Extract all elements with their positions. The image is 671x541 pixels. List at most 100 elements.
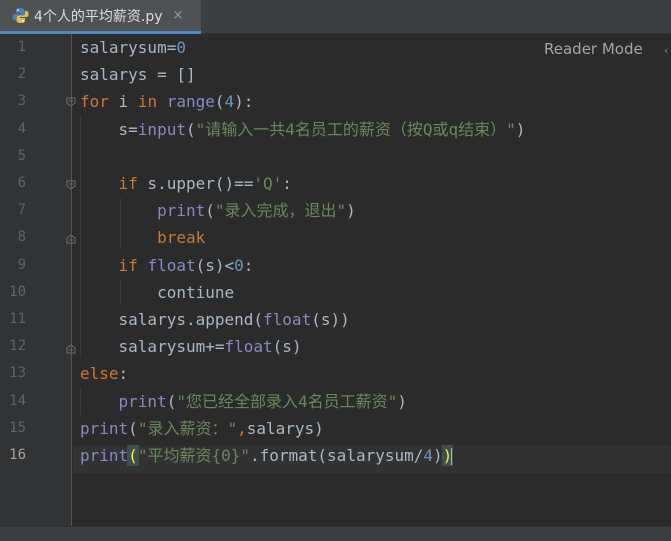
- code-token: "平均薪资{0}": [137, 446, 250, 465]
- code-token: salarys.append(: [80, 310, 264, 329]
- code-line[interactable]: contiune: [80, 279, 234, 306]
- code-token: "您已经全部录入4名员工薪资": [176, 391, 398, 411]
- code-token: :: [118, 364, 129, 384]
- code-token: ): [346, 201, 356, 221]
- code-token: (: [205, 201, 215, 221]
- code-token: "录入完成，退出": [214, 201, 347, 221]
- code-line[interactable]: break: [80, 224, 205, 251]
- bottom-bar: [0, 526, 671, 541]
- code-line[interactable]: print("录入薪资：",salarys): [80, 415, 324, 442]
- code-line[interactable]: print("您已经全部录入4名员工薪资"): [80, 388, 407, 415]
- code-token: :: [243, 255, 254, 275]
- code-line[interactable]: salarysum+=float(s): [80, 333, 302, 360]
- code-token: float: [224, 337, 273, 357]
- line-number: 8: [17, 229, 26, 246]
- code-token: float: [147, 255, 196, 275]
- code-token: else: [80, 364, 119, 384]
- code-token: ,: [237, 418, 247, 438]
- code-line[interactable]: else:: [80, 360, 128, 387]
- code-token: (: [214, 92, 225, 112]
- text-caret: [451, 447, 454, 466]
- line-number: 11: [9, 311, 26, 327]
- close-icon[interactable]: ×: [173, 8, 184, 23]
- line-number: 1: [17, 39, 26, 55]
- line-number: 16: [9, 447, 26, 463]
- code-token: .format(salarysum/: [249, 446, 424, 465]
- code-token: contiune: [80, 282, 235, 302]
- code-line[interactable]: s=input("请输入一共4名员工的薪资（按Q或q结束）"): [80, 116, 526, 143]
- python-file-icon: [12, 7, 29, 24]
- code-line[interactable]: salarysum=0: [80, 34, 186, 61]
- code-token: print: [118, 391, 167, 411]
- code-token: if: [118, 174, 138, 193]
- code-token: (s)<: [195, 255, 235, 275]
- line-number: 10: [9, 283, 26, 300]
- code-token: 'Q': [253, 174, 283, 193]
- line-number: 15: [9, 419, 26, 436]
- code-token: 4: [224, 92, 235, 112]
- code-token: input: [137, 119, 186, 139]
- reader-mode-button[interactable]: Reader Mode: [544, 40, 643, 58]
- code-token: :: [282, 174, 292, 193]
- line-number: 6: [17, 175, 26, 191]
- code-line[interactable]: print("平均薪资{0}".format(salarysum/4)): [80, 442, 454, 469]
- line-number: 7: [17, 202, 26, 219]
- line-number: 9: [17, 256, 26, 273]
- code-token: print: [157, 201, 206, 221]
- code-line[interactable]: if s.upper()=='Q':: [80, 170, 292, 197]
- line-number: 13: [9, 365, 26, 382]
- code-token: 0: [234, 255, 244, 275]
- code-line[interactable]: salarys.append(float(s)): [80, 306, 350, 333]
- code-token: print: [80, 446, 129, 465]
- code-token: i: [108, 92, 138, 112]
- code-token: (s): [272, 337, 302, 357]
- code-token: ): [433, 446, 443, 465]
- line-number: 3: [17, 93, 26, 110]
- code-token: s.upper()==: [137, 174, 254, 193]
- tab-title: 4个人的平均薪资.py: [34, 8, 163, 25]
- code-token: ): [397, 391, 407, 411]
- code-line[interactable]: for i in range(4):: [80, 88, 253, 115]
- code-line[interactable]: if float(s)<0:: [80, 252, 254, 279]
- code-token: s=: [80, 119, 138, 139]
- code-token: (s)): [311, 310, 350, 329]
- code-token: salarysum+=: [80, 337, 225, 357]
- fold-open-icon[interactable]: [66, 180, 76, 190]
- code-token: float: [263, 310, 312, 329]
- code-token: break: [157, 228, 206, 248]
- tab-file[interactable]: 4个人的平均薪资.py ×: [0, 0, 201, 34]
- code-token: if: [118, 255, 138, 275]
- code-line[interactable]: print("录入完成，退出"): [80, 197, 356, 224]
- code-line[interactable]: salarys = []: [80, 61, 196, 88]
- code-token: print: [80, 418, 129, 438]
- fold-end-icon[interactable]: [66, 234, 76, 244]
- code-token: in: [137, 92, 158, 112]
- fold-open-icon[interactable]: [66, 97, 76, 107]
- line-number: 12: [9, 338, 26, 355]
- code-token: for: [80, 92, 109, 112]
- fold-end-icon[interactable]: [66, 344, 76, 354]
- line-number: 4: [17, 120, 26, 137]
- line-number: 2: [17, 66, 26, 83]
- inspection-check-icon[interactable]: ‹: [664, 44, 668, 57]
- code-token: (: [128, 418, 138, 438]
- code-token: (: [185, 119, 196, 139]
- code-token: (: [166, 391, 177, 411]
- code-token: ):: [234, 92, 254, 112]
- code-token: salarys = []: [80, 65, 196, 85]
- line-number: 14: [9, 392, 26, 409]
- editor-tab-bar: 4个人的平均薪资.py ×: [0, 0, 671, 34]
- code-token: 0: [176, 38, 186, 57]
- code-token: "请输入一共4名员工的薪资（按Q或q结束）": [195, 119, 516, 139]
- code-token: salarys): [246, 418, 324, 438]
- code-token: range: [166, 92, 215, 112]
- code-token: (: [127, 445, 139, 466]
- code-token: salarysum=: [80, 38, 177, 57]
